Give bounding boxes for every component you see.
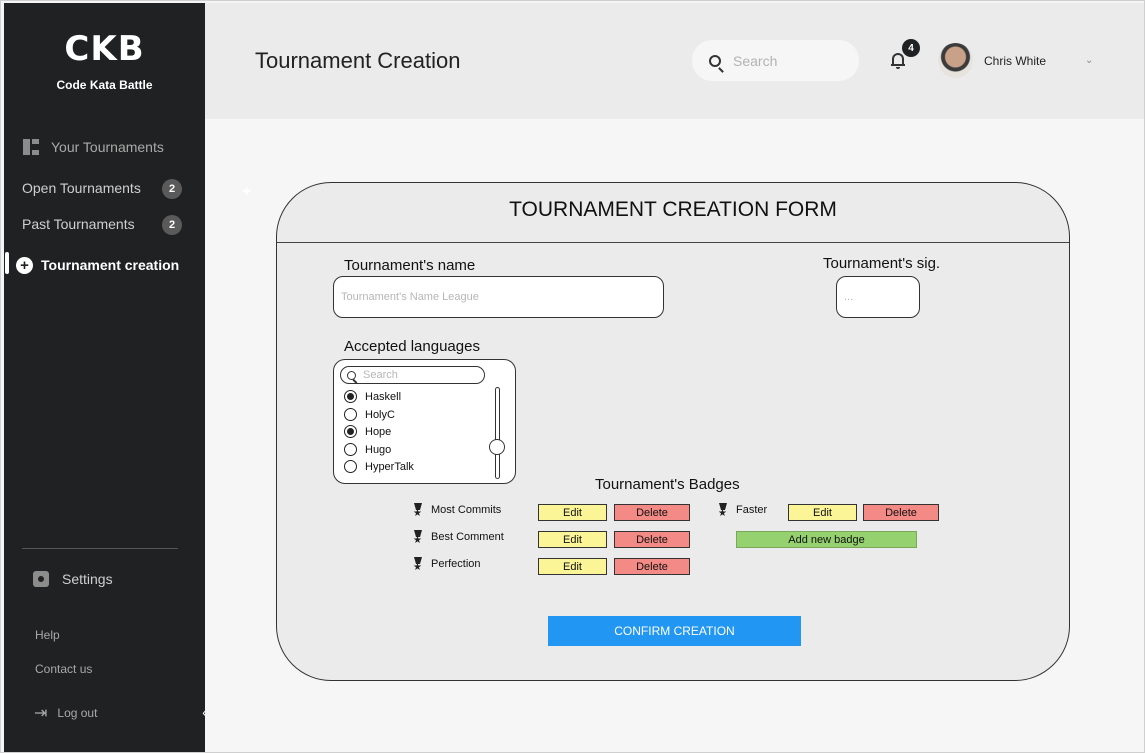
sidebar: CKB Code Kata Battle Your Tournaments Op… bbox=[4, 3, 205, 752]
language-name: Hope bbox=[365, 425, 392, 438]
badge-name: Faster bbox=[736, 504, 768, 516]
edit-badge-button[interactable]: Edit bbox=[538, 531, 607, 548]
tournament-name-input[interactable]: Tournament's Name League bbox=[333, 276, 664, 318]
delete-badge-button[interactable]: Delete bbox=[614, 504, 690, 521]
sidebar-item-label: Tournament creation bbox=[41, 257, 180, 273]
sig-label: Tournament's sig. bbox=[823, 255, 941, 272]
page-title: Tournament Creation bbox=[255, 48, 461, 73]
language-name: HyperTalk bbox=[365, 460, 414, 473]
user-name[interactable]: Chris White bbox=[984, 54, 1046, 68]
sidebar-item-open-tournaments[interactable]: Open Tournaments bbox=[22, 177, 141, 199]
logo: CKB bbox=[64, 29, 145, 69]
search-icon bbox=[347, 370, 356, 380]
help-link[interactable]: Help bbox=[35, 628, 60, 642]
badges-label: Tournament's Badges bbox=[595, 476, 740, 493]
confirm-creation-button[interactable]: CONFIRM CREATION bbox=[548, 616, 801, 646]
edit-badge-button[interactable]: Edit bbox=[538, 558, 607, 575]
languages-search-placeholder: Search bbox=[363, 369, 398, 381]
language-name: HolyC bbox=[365, 408, 395, 421]
search-placeholder: Search bbox=[733, 52, 778, 69]
name-label: Tournament's name bbox=[344, 257, 476, 274]
tournament-form: TOURNAMENT CREATION FORM Tournament's na… bbox=[276, 182, 1070, 681]
delete-badge-button[interactable]: Delete bbox=[863, 504, 939, 521]
chevron-down-icon[interactable]: ⌄ bbox=[1085, 55, 1093, 66]
medal-icon: ★ bbox=[413, 503, 423, 519]
sidebar-item-label: Settings bbox=[62, 571, 113, 587]
contact-link[interactable]: Contact us bbox=[35, 662, 92, 676]
avatar[interactable] bbox=[938, 43, 973, 78]
add-badge-button[interactable]: Add new badge bbox=[736, 531, 917, 548]
sidebar-item-your-tournaments[interactable]: Your Tournaments bbox=[23, 136, 164, 158]
sig-placeholder: ... bbox=[844, 291, 854, 303]
scrollbar-track[interactable] bbox=[495, 387, 500, 479]
languages-list: Search Haskell HolyC Hope Hugo HyperTalk bbox=[333, 359, 516, 484]
name-placeholder: Tournament's Name League bbox=[341, 291, 479, 303]
scrollbar-thumb[interactable] bbox=[489, 439, 505, 455]
plus-circle-icon: + bbox=[16, 256, 33, 274]
language-option-hugo[interactable]: Hugo bbox=[344, 443, 391, 456]
top-header: Tournament Creation Search 4 Chris White… bbox=[205, 3, 1144, 119]
active-indicator bbox=[5, 252, 9, 274]
form-divider bbox=[277, 242, 1069, 243]
radio-selected[interactable] bbox=[344, 425, 357, 438]
language-name: Haskell bbox=[365, 390, 402, 403]
form-title: TOURNAMENT CREATION FORM bbox=[509, 198, 837, 221]
medal-icon: ★ bbox=[718, 503, 728, 519]
sparkle-icon: + bbox=[242, 183, 252, 200]
sidebar-section-label: Your Tournaments bbox=[51, 139, 164, 155]
language-option-hypertalk[interactable]: HyperTalk bbox=[344, 460, 414, 473]
delete-badge-button[interactable]: Delete bbox=[614, 558, 690, 575]
search-icon bbox=[709, 54, 721, 67]
language-option-haskell[interactable]: Haskell bbox=[344, 390, 401, 403]
open-count-badge: 2 bbox=[162, 179, 182, 199]
medal-icon: ★ bbox=[413, 557, 423, 573]
app-frame: CKB Code Kata Battle Your Tournaments Op… bbox=[0, 0, 1145, 753]
logo-subtitle: Code Kata Battle bbox=[56, 78, 153, 92]
search-input[interactable]: Search bbox=[692, 40, 859, 81]
past-count-badge: 2 bbox=[162, 215, 182, 235]
radio-unselected[interactable] bbox=[344, 443, 357, 456]
bell-icon[interactable] bbox=[891, 53, 905, 69]
radio-unselected[interactable] bbox=[344, 460, 357, 473]
logout-button[interactable]: ⇥ Log out bbox=[34, 703, 97, 723]
edit-badge-button[interactable]: Edit bbox=[788, 504, 857, 521]
logout-icon: ⇥ bbox=[34, 705, 48, 722]
dashboard-icon bbox=[23, 139, 39, 155]
badge-name: Most Commits bbox=[431, 504, 502, 516]
radio-unselected[interactable] bbox=[344, 408, 357, 421]
medal-icon: ★ bbox=[413, 530, 423, 546]
language-option-hope[interactable]: Hope bbox=[344, 425, 391, 438]
language-name: Hugo bbox=[365, 443, 392, 456]
gear-icon bbox=[33, 571, 49, 587]
badge-name: Perfection bbox=[431, 558, 481, 570]
badge-name: Best Comment bbox=[431, 531, 504, 543]
logout-label: Log out bbox=[57, 706, 98, 720]
tournament-sig-input[interactable]: ... bbox=[836, 276, 920, 318]
languages-search-input[interactable]: Search bbox=[340, 366, 485, 384]
sidebar-item-past-tournaments[interactable]: Past Tournaments bbox=[22, 213, 135, 235]
sidebar-item-label: Open Tournaments bbox=[22, 180, 141, 196]
sidebar-divider bbox=[22, 548, 178, 549]
delete-badge-button[interactable]: Delete bbox=[614, 531, 690, 548]
notification-count-badge: 4 bbox=[902, 39, 920, 57]
language-option-holyc[interactable]: HolyC bbox=[344, 408, 395, 421]
sidebar-item-tournament-creation[interactable]: + Tournament creation bbox=[16, 254, 179, 276]
languages-label: Accepted languages bbox=[344, 338, 480, 355]
radio-selected[interactable] bbox=[344, 390, 357, 403]
sidebar-item-label: Past Tournaments bbox=[22, 216, 135, 232]
sidebar-item-settings[interactable]: Settings bbox=[33, 571, 113, 587]
edit-badge-button[interactable]: Edit bbox=[538, 504, 607, 521]
